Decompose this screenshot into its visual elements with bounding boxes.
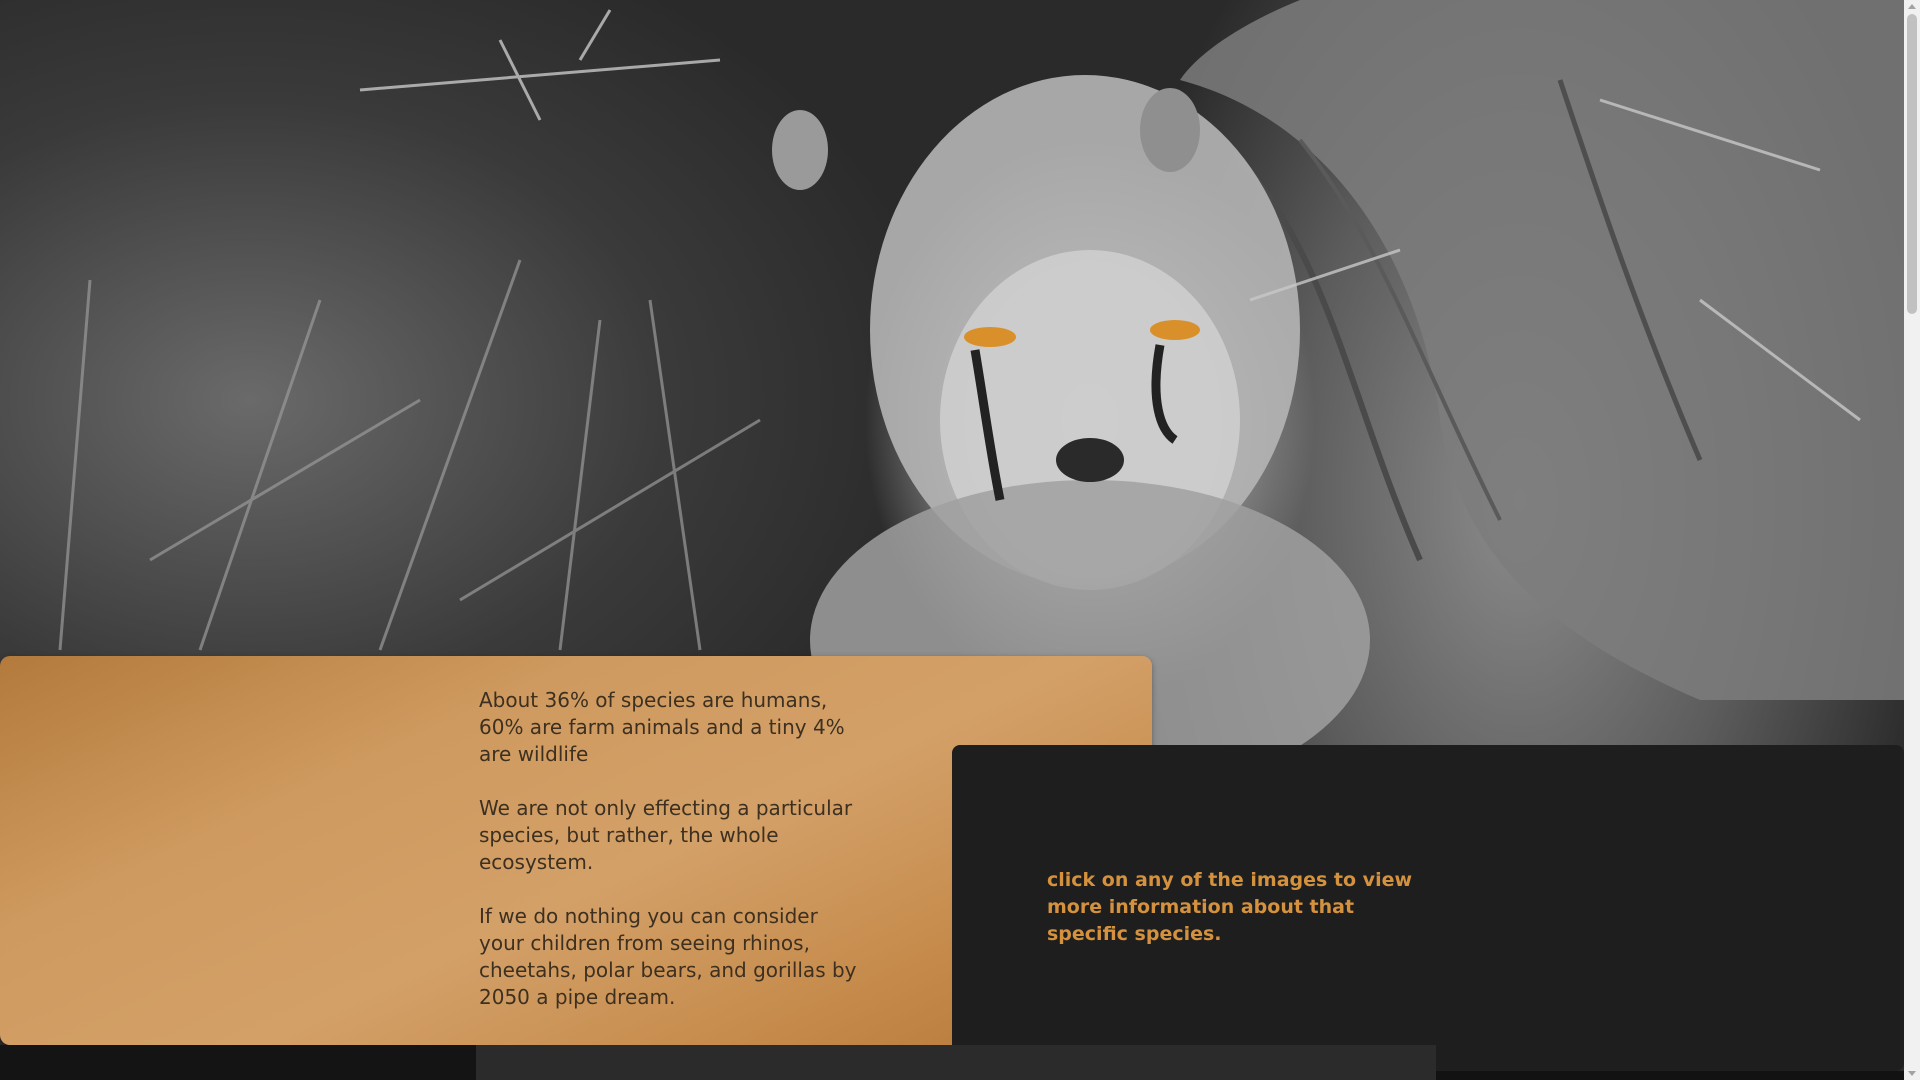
footer-strip-left [0,1045,476,1080]
page-scrollbar[interactable] [1904,0,1920,1080]
left-eye-icon [964,327,1016,347]
footer-strip-right [1436,1071,1904,1080]
gallery-hint-card: click on any of the images to view more … [952,745,1904,1071]
footer-strip-middle [476,1045,1436,1080]
species-facts-text: About 36% of species are humans, 60% are… [479,687,869,1038]
fact-paragraph-humans: About 36% of species are humans, 60% are… [479,688,845,766]
scrollbar-thumb[interactable] [1907,14,1917,314]
right-eye-icon [1150,320,1200,340]
fact-paragraph-future: If we do nothing you can consider your c… [479,904,857,1009]
scroll-down-icon[interactable] [1908,1071,1916,1076]
scroll-up-icon[interactable] [1908,4,1916,9]
fact-paragraph-ecosystem: We are not only effecting a particular s… [479,796,853,874]
gallery-hint-text: click on any of the images to view more … [1047,869,1413,945]
